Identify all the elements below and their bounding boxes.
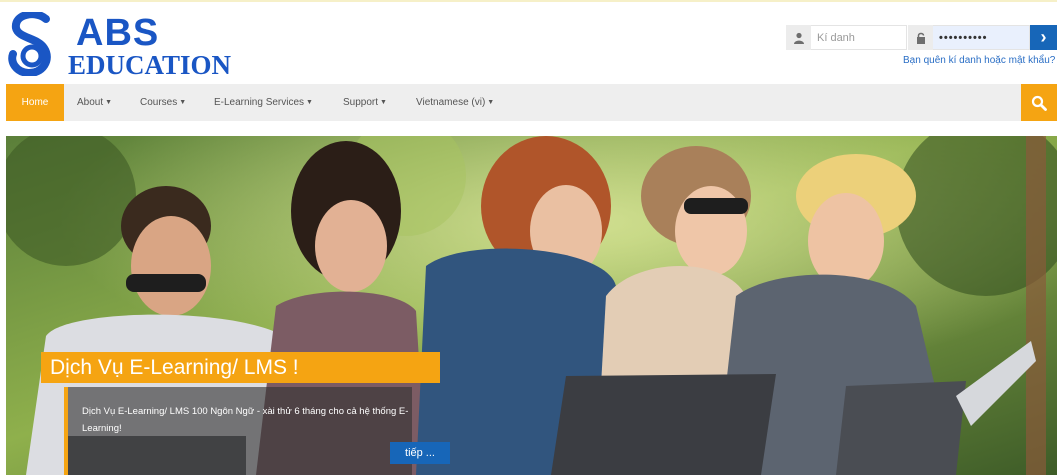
top-accent-line — [0, 0, 1057, 2]
caret-down-icon: ▼ — [179, 99, 187, 106]
login-submit-button[interactable]: › — [1030, 25, 1057, 50]
caret-down-icon: ▼ — [487, 99, 495, 106]
caret-down-icon: ▼ — [105, 99, 113, 106]
nav-item-support[interactable]: Support ▼ — [343, 84, 387, 121]
nav-item-label: E-Learning Services — [214, 97, 305, 108]
hero-caption-box: Dịch Vụ E-Learning/ LMS 100 Ngôn Ngữ - x… — [64, 387, 450, 475]
logo-mark-icon — [8, 12, 51, 76]
username-input[interactable]: Kí danh — [811, 25, 907, 50]
hero-title: Dịch Vụ E-Learning/ LMS ! — [41, 352, 440, 383]
forgot-credentials-link[interactable]: Bạn quên kí danh hoặc mật khẩu? — [903, 55, 1055, 66]
nav-item-home[interactable]: Home — [6, 84, 64, 121]
search-button[interactable] — [1021, 84, 1057, 121]
search-icon — [1031, 95, 1047, 111]
nav-item-elearning-services[interactable]: E-Learning Services ▼ — [214, 84, 313, 121]
nav-item-about[interactable]: About ▼ — [77, 84, 112, 121]
logo-text-abs: ABS — [76, 12, 160, 54]
site-logo[interactable]: ABS EDUCATION — [8, 10, 268, 80]
password-field[interactable]: •••••••••• — [908, 25, 1030, 50]
nav-item-label: Support — [343, 97, 379, 108]
hero-description: Dịch Vụ E-Learning/ LMS 100 Ngôn Ngữ - x… — [82, 406, 409, 434]
main-navigation: Home About ▼ Courses ▼ E-Learning Services… — [6, 84, 1057, 121]
nav-item-language[interactable]: Vietnamese (vi) ▼ — [416, 84, 494, 121]
chevron-right-icon: › — [1040, 27, 1047, 47]
user-icon — [786, 25, 811, 50]
nav-item-label: Courses — [140, 97, 178, 108]
nav-item-courses[interactable]: Courses ▼ — [140, 84, 186, 121]
nav-item-label: Vietnamese (vi) — [416, 97, 486, 108]
username-field[interactable]: Kí danh — [786, 25, 907, 50]
password-input[interactable]: •••••••••• — [933, 25, 1030, 50]
logo-text-education: EDUCATION — [68, 50, 232, 80]
lock-icon — [908, 25, 933, 50]
nav-item-label: About — [77, 97, 104, 108]
read-more-button[interactable]: tiếp ... — [390, 442, 450, 464]
caret-down-icon: ▼ — [306, 99, 313, 106]
caret-down-icon: ▼ — [380, 99, 387, 106]
hero-slider: Dịch Vụ E-Learning/ LMS ! Dịch Vụ E-Lear… — [6, 136, 1057, 475]
